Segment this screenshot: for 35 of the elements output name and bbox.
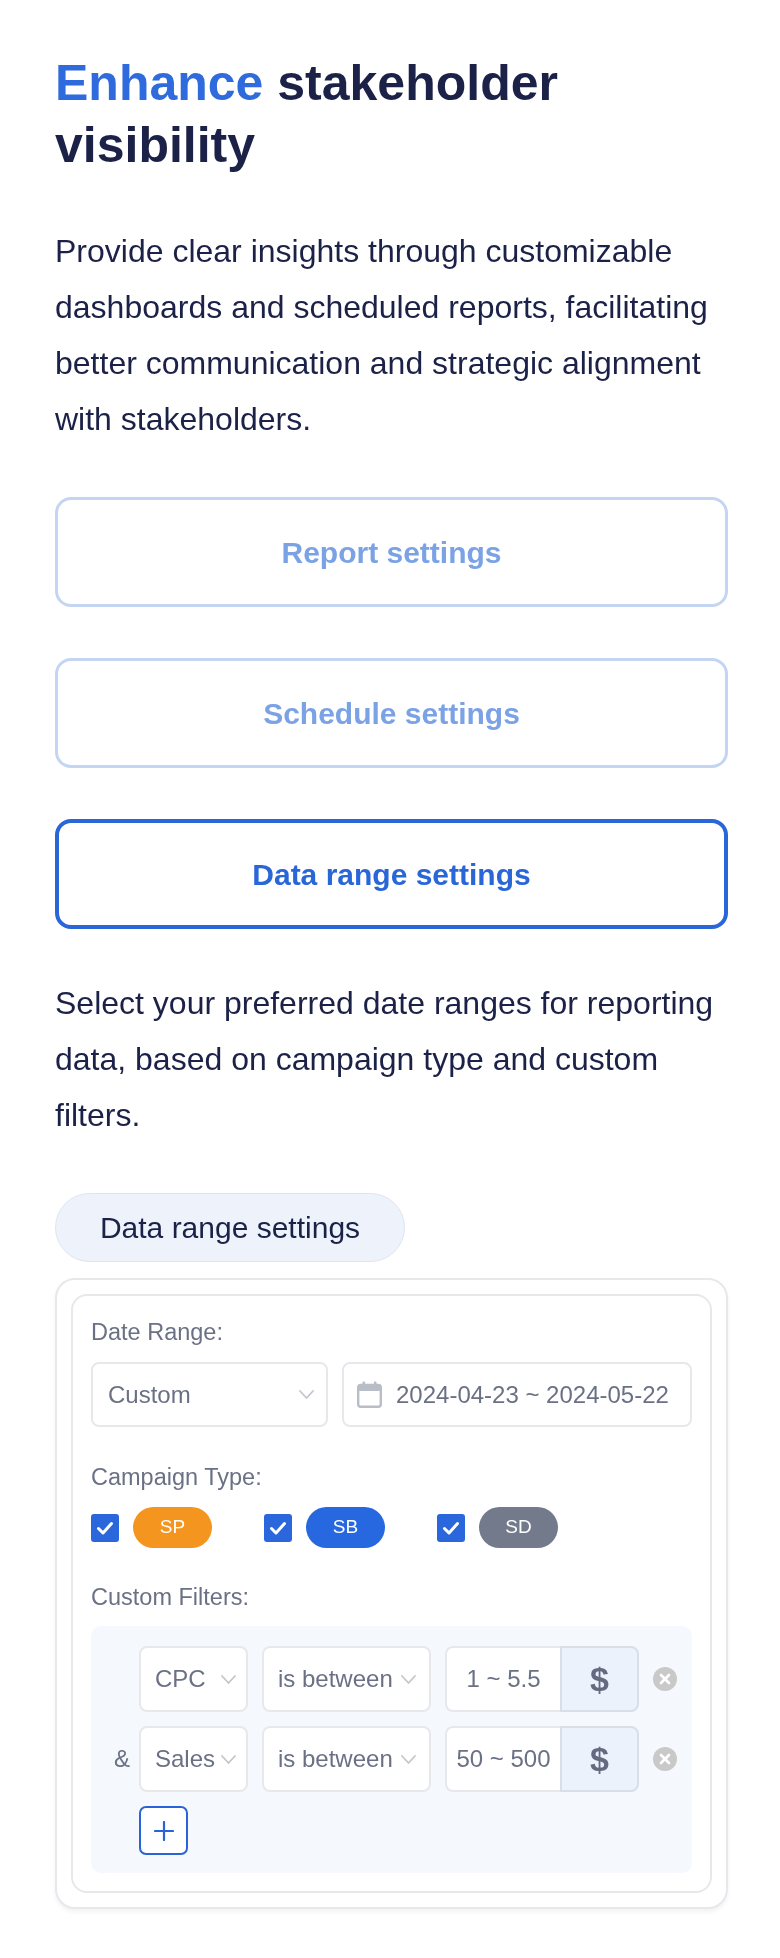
page-heading: Enhance stakeholder visibility	[55, 54, 559, 175]
date-range-field[interactable]: 2024-04-23 ~ 2024-05-22	[342, 1362, 692, 1427]
metric-select[interactable]: CPC	[139, 1646, 248, 1712]
campaign-type-tag: SB	[306, 1507, 385, 1548]
chevron-down-icon	[401, 1674, 416, 1684]
chevron-down-icon	[299, 1390, 314, 1399]
currency-addon: $	[560, 1646, 639, 1712]
chevron-down-icon	[221, 1754, 236, 1764]
date-preset-select[interactable]: Custom	[91, 1362, 328, 1427]
settings-tab[interactable]: Report settings	[55, 497, 728, 607]
campaign-type-tag: SD	[479, 1507, 558, 1548]
metric-select[interactable]: Sales	[139, 1726, 248, 1792]
intro-paragraph: Provide clear insights through customizable dashboards and scheduled reports, facilitating better communication and strategic alignment with stakeholders.	[55, 232, 709, 439]
chevron-down-icon	[401, 1754, 416, 1764]
operator-select[interactable]: is between	[262, 1646, 431, 1712]
campaign-type-tag: SP	[133, 1507, 212, 1548]
chevron-down-icon	[221, 1674, 236, 1684]
value-field[interactable]: 1 ~ 5.5	[445, 1646, 560, 1712]
checkbox[interactable]	[91, 1513, 119, 1542]
calendar-icon	[357, 1381, 382, 1408]
field-label: Custom Filters:	[91, 1583, 250, 1612]
value-field[interactable]: 50 ~ 500	[445, 1726, 560, 1792]
currency-addon: $	[560, 1726, 639, 1792]
joiner-symbol: &	[113, 1744, 131, 1774]
panel-title-pill: Data range settings	[55, 1193, 405, 1262]
plus-icon	[153, 1820, 174, 1841]
field-label: Campaign Type:	[91, 1463, 263, 1492]
settings-tab[interactable]: Schedule settings	[55, 658, 728, 768]
field-label: Date Range:	[91, 1318, 224, 1347]
checkbox[interactable]	[264, 1513, 292, 1542]
checkbox[interactable]	[437, 1513, 465, 1542]
add-filter-button[interactable]	[139, 1806, 188, 1855]
section-description: Select your preferred date ranges for reporting data, based on campaign type and custom filters.	[55, 984, 715, 1135]
operator-select[interactable]: is between	[262, 1726, 431, 1792]
settings-tab[interactable]: Data range settings	[55, 819, 728, 929]
